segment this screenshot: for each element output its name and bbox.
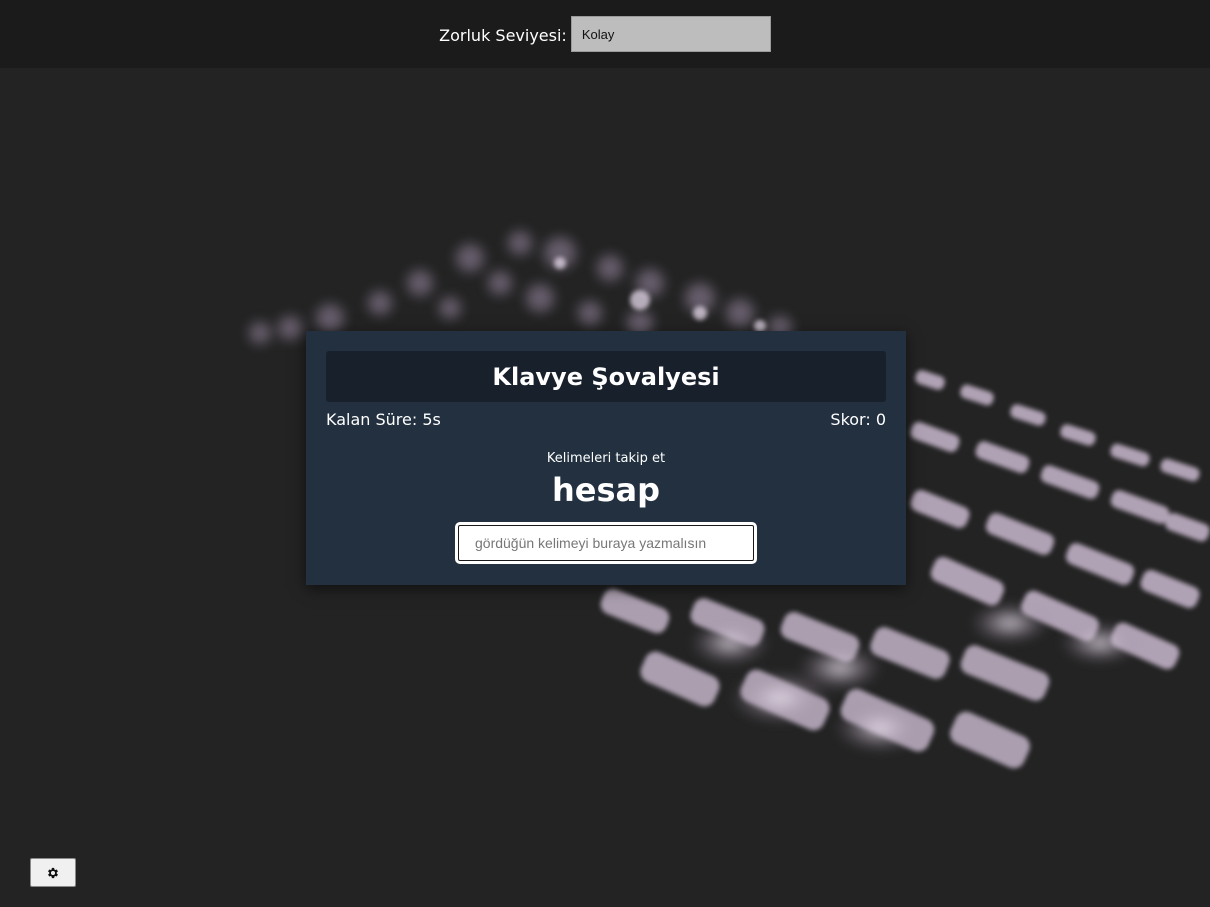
gear-icon bbox=[48, 867, 58, 878]
current-word: hesap bbox=[551, 471, 661, 509]
time-left: Kalan Süre: 5s bbox=[326, 410, 441, 429]
difficulty-label: Zorluk Seviyesi: bbox=[439, 25, 567, 45]
top-bar: Zorluk Seviyesi: Kolay bbox=[0, 0, 1210, 68]
settings-button[interactable] bbox=[30, 858, 76, 887]
input-wrapper bbox=[326, 522, 886, 564]
stats-row: Kalan Süre: 5s Skor: 0 bbox=[326, 410, 886, 429]
game-title: Klavye Şovalyesi bbox=[492, 362, 720, 391]
score: Skor: 0 bbox=[830, 410, 886, 429]
title-bar: Klavye Şovalyesi bbox=[326, 351, 886, 402]
instruction-text: Kelimeleri takip et bbox=[546, 451, 666, 466]
difficulty-select-value: Kolay bbox=[581, 26, 615, 42]
game-card: Klavye Şovalyesi Kalan Süre: 5s Skor: 0 … bbox=[306, 331, 906, 585]
difficulty-select[interactable]: Kolay bbox=[570, 16, 771, 52]
word-input[interactable] bbox=[455, 522, 757, 564]
